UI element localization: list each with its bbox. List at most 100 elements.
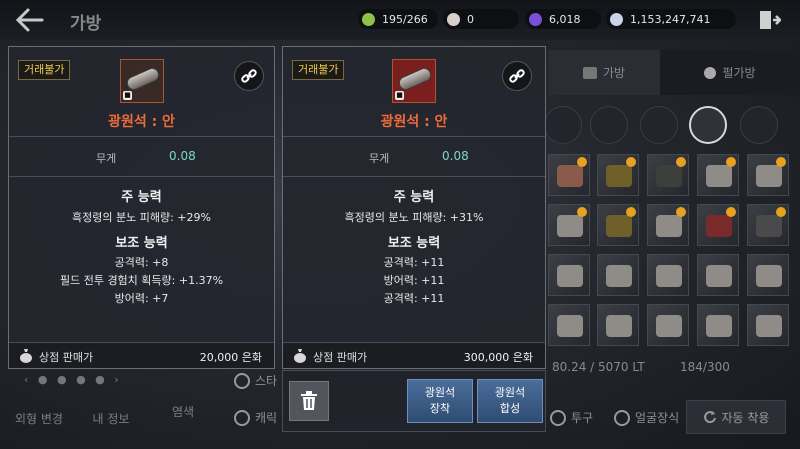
tab-pearl-bag-label: 펄가방 bbox=[722, 66, 756, 80]
item-thumbnail bbox=[606, 315, 632, 337]
inventory-slot[interactable] bbox=[747, 304, 789, 346]
equip-lightstone-label-2: 장착 bbox=[429, 402, 451, 415]
crystal-icon bbox=[529, 12, 542, 26]
resource-crystal: 6,018 bbox=[525, 9, 601, 29]
item-thumbnail bbox=[706, 165, 732, 187]
inventory-slot[interactable] bbox=[747, 154, 789, 196]
exit-icon[interactable] bbox=[757, 9, 781, 31]
band-shape bbox=[396, 65, 434, 93]
weight-label: 무게 bbox=[96, 152, 117, 165]
warning-icon bbox=[776, 157, 786, 167]
equip-lightstone-button[interactable]: 광원석 장착 bbox=[407, 379, 473, 423]
inventory-slot[interactable] bbox=[597, 204, 639, 246]
auto-equip-button[interactable]: 자동 착용 bbox=[686, 400, 786, 434]
sub-stat: 공격력: +8 bbox=[114, 256, 169, 269]
page-dots: ‹ ● ● ● ● › bbox=[24, 373, 122, 386]
inventory-slot[interactable] bbox=[747, 204, 789, 246]
inventory-slot[interactable] bbox=[597, 254, 639, 296]
resource-silver: 1,153,247,741 bbox=[606, 9, 736, 29]
checkbox-character[interactable]: 캐릭 bbox=[234, 409, 277, 426]
resource-pearl: 0 bbox=[443, 9, 519, 29]
bag-slot-count: 184/300 bbox=[680, 360, 730, 374]
item-thumbnail bbox=[606, 165, 632, 187]
back-arrow-icon[interactable] bbox=[14, 7, 44, 33]
inventory-slot[interactable] bbox=[548, 154, 590, 196]
sub-stat: 필드 전투 경험치 획득량: +1.37% bbox=[59, 274, 224, 287]
sell-price-row: 상점 판매가 20,000 은화 bbox=[9, 342, 274, 368]
item-thumbnail bbox=[606, 265, 632, 287]
inventory-slot[interactable] bbox=[548, 204, 590, 246]
band-shape bbox=[124, 65, 162, 93]
money-bag-icon bbox=[294, 349, 306, 363]
item-action-bar: 광원석 장착 광원석 합성 bbox=[282, 370, 546, 432]
appearance-change-button[interactable]: 외형 변경 bbox=[4, 402, 74, 434]
item-thumbnail bbox=[756, 165, 782, 187]
money-bag-icon bbox=[20, 349, 32, 363]
inventory-slot[interactable] bbox=[597, 304, 639, 346]
combine-lightstone-button[interactable]: 광원석 합성 bbox=[477, 379, 543, 423]
warning-icon bbox=[676, 157, 686, 167]
main-ability-title: 주 능력 bbox=[121, 190, 162, 205]
inventory-slot[interactable] bbox=[647, 204, 689, 246]
inventory-slot[interactable] bbox=[647, 154, 689, 196]
category-potion-icon[interactable] bbox=[740, 106, 778, 144]
item-thumbnail bbox=[557, 215, 583, 237]
category-weapon-icon[interactable] bbox=[544, 106, 582, 144]
inventory-grid bbox=[548, 154, 800, 348]
bag-icon bbox=[582, 66, 597, 79]
warning-icon bbox=[577, 157, 587, 167]
inventory-slot[interactable] bbox=[647, 304, 689, 346]
link-button[interactable] bbox=[234, 61, 264, 91]
inventory-slot[interactable] bbox=[697, 254, 739, 296]
check-icon bbox=[234, 409, 250, 426]
sub-ability-title: 보조 능력 bbox=[387, 236, 441, 251]
item-tooltip-selected: 거래불가 ■ 광원석 : 안 무게 0.08 주 능력 흑정령의 분노 피해량:… bbox=[282, 46, 546, 369]
item-thumbnail bbox=[706, 315, 732, 337]
delete-button[interactable] bbox=[289, 381, 329, 421]
dye-button[interactable]: 염색 bbox=[150, 395, 216, 427]
tab-bag[interactable]: 가방 bbox=[548, 50, 660, 95]
category-lightstone-icon[interactable] bbox=[689, 106, 727, 144]
item-thumbnail bbox=[756, 215, 782, 237]
check-icon bbox=[550, 409, 566, 426]
warning-icon bbox=[577, 207, 587, 217]
category-accessory-icon[interactable] bbox=[640, 106, 678, 144]
silver-coin-icon bbox=[610, 12, 623, 26]
link-button[interactable] bbox=[502, 61, 532, 91]
inventory-slot[interactable] bbox=[548, 304, 590, 346]
checkbox-face-accessory[interactable]: 얼굴장식 bbox=[614, 409, 679, 426]
inventory-slot[interactable] bbox=[647, 254, 689, 296]
checkbox-helmet[interactable]: 투구 bbox=[550, 409, 593, 426]
item-thumbnail bbox=[557, 265, 583, 287]
tab-pearl-bag[interactable]: 펄가방 bbox=[660, 50, 800, 95]
checkbox-face-accessory-label: 얼굴장식 bbox=[635, 411, 680, 425]
bag-weight-text: 80.24 / 5070 LT bbox=[552, 360, 645, 374]
pearl-icon bbox=[447, 12, 460, 26]
weight-row: 무게 0.08 bbox=[283, 137, 545, 177]
inventory-slot[interactable] bbox=[747, 254, 789, 296]
top-bar: 가방 195/266 0 6,018 1,153,247,741 bbox=[0, 0, 800, 40]
inventory-slot[interactable] bbox=[697, 204, 739, 246]
inventory-slot[interactable] bbox=[597, 154, 639, 196]
lightstone-item-icon: ■ bbox=[120, 59, 164, 103]
item-thumbnail bbox=[756, 315, 782, 337]
category-filter-row bbox=[544, 102, 800, 148]
resource-crystal-value: 6,018 bbox=[549, 12, 581, 26]
inventory-slot[interactable] bbox=[697, 304, 739, 346]
sell-price-value: 300,000 은화 bbox=[463, 351, 533, 364]
combine-lightstone-label-2: 합성 bbox=[499, 402, 521, 415]
inventory-slot[interactable] bbox=[548, 254, 590, 296]
link-icon bbox=[241, 69, 257, 83]
item-thumbnail bbox=[656, 165, 682, 187]
tab-bag-label: 가방 bbox=[602, 66, 626, 80]
my-info-button[interactable]: 내 정보 bbox=[80, 402, 142, 434]
checkbox-star[interactable]: 스타 bbox=[234, 372, 277, 389]
tooltip-header: 거래불가 ■ 광원석 : 안 bbox=[9, 47, 274, 137]
sell-price-row: 상점 판매가 300,000 은화 bbox=[283, 342, 545, 368]
inventory-slot[interactable] bbox=[697, 154, 739, 196]
category-armor-icon[interactable] bbox=[590, 106, 628, 144]
lock-icon: ■ bbox=[395, 91, 404, 100]
warning-icon bbox=[726, 157, 736, 167]
weight-row: 무게 0.08 bbox=[9, 137, 274, 177]
item-thumbnail bbox=[706, 265, 732, 287]
